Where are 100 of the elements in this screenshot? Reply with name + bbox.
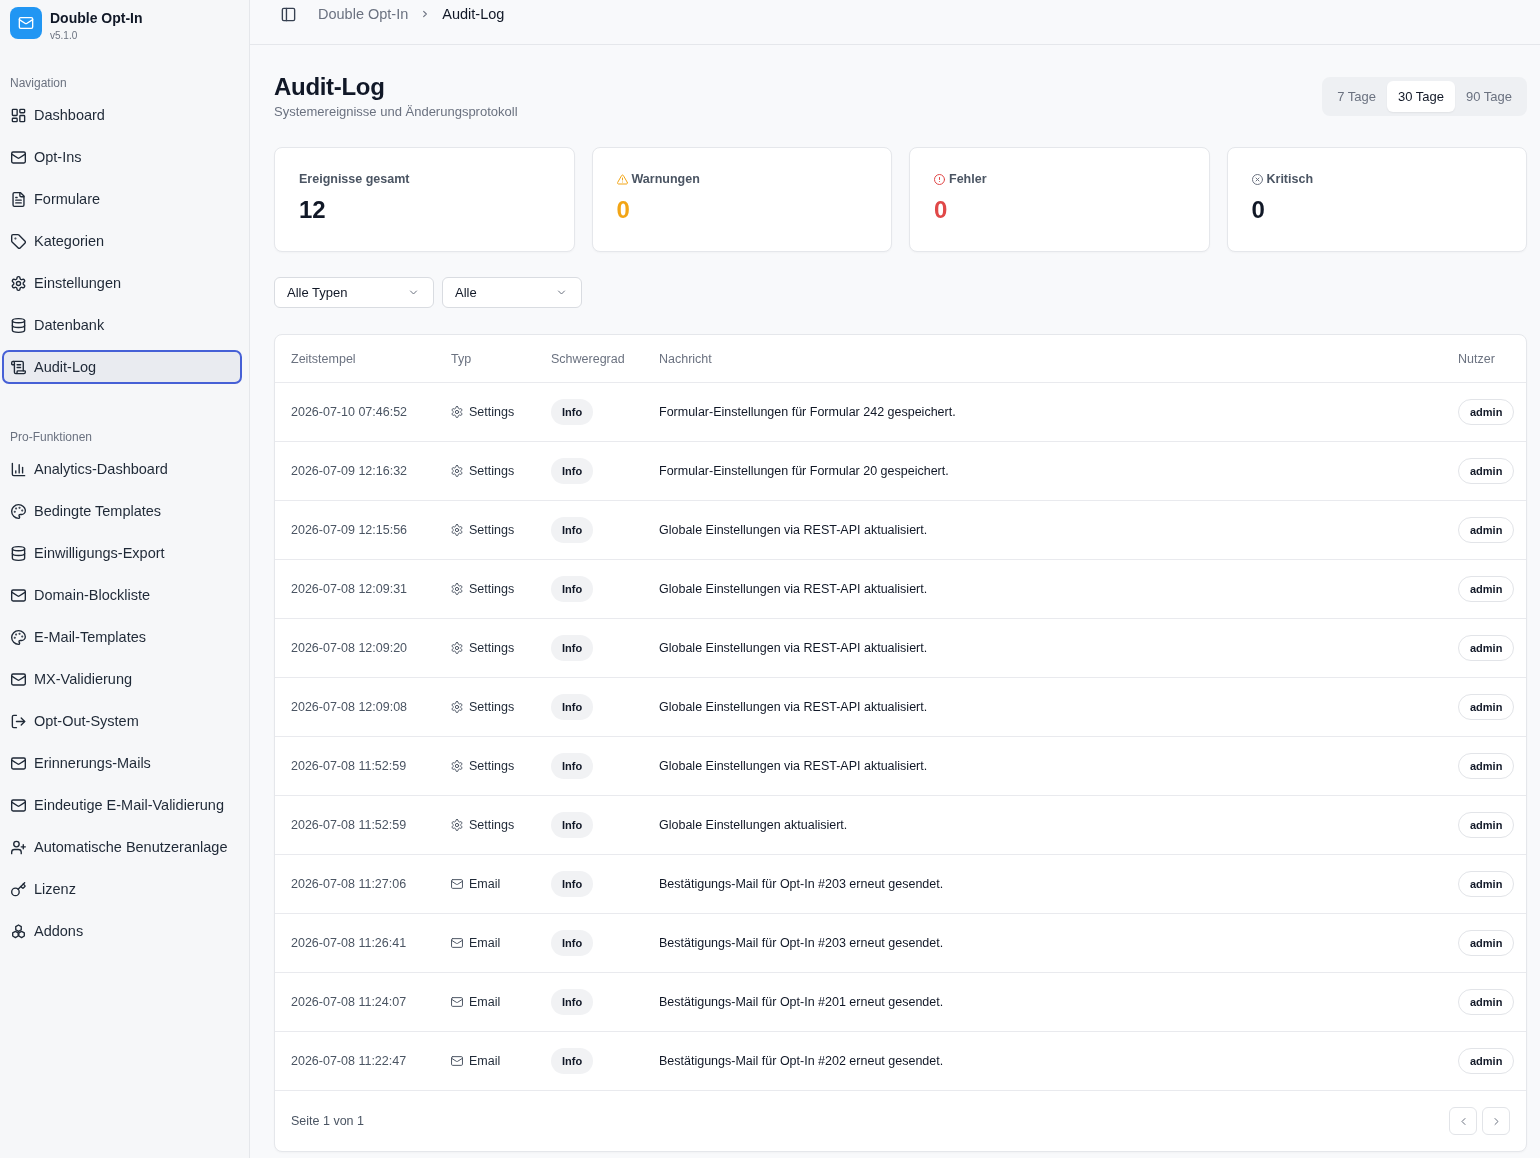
filter-dropdown[interactable]: Alle Typen (274, 277, 434, 308)
column-header: Nachricht (659, 351, 713, 366)
timestamp-text: 2026-07-08 11:22:47 (291, 1054, 408, 1068)
gear-icon (451, 406, 463, 418)
section-heading: Pro-Funktionen (9, 429, 93, 445)
nav-item[interactable]: Opt-Out-System (2, 704, 242, 738)
user-badge: admin (1458, 576, 1515, 602)
nav-item[interactable]: Einwilligungs-Export (2, 536, 242, 570)
user-badge: admin (1458, 989, 1515, 1015)
mail-icon (451, 996, 463, 1008)
nav-item[interactable]: Erinnerungs-Mails (2, 746, 242, 780)
nav-item[interactable]: Audit-Log (2, 350, 242, 384)
user-badge: admin (1458, 871, 1515, 897)
message-text: Bestätigungs-Mail für Opt-In #201 erneut gesendet. (659, 995, 945, 1009)
severity-badge: Info (551, 458, 594, 484)
severity-badge: Info (551, 871, 594, 897)
timestamp-text: 2026-07-09 12:15:56 (291, 523, 409, 537)
cubes-icon (11, 923, 26, 939)
mail-logo-icon (10, 7, 42, 39)
nav-item[interactable]: Bedingte Templates (2, 494, 242, 528)
message-text: Bestätigungs-Mail für Opt-In #202 erneut gesendet. (659, 1054, 945, 1068)
message-text: Globale Einstellungen via REST-API aktualisiert. (659, 641, 929, 655)
filter-dropdown[interactable]: Alle (442, 277, 582, 308)
severity-badge: Info (551, 930, 594, 956)
mail-icon (11, 149, 26, 165)
mail-icon (11, 587, 26, 603)
type-label: Settings (469, 582, 515, 596)
stat-value: 0 (934, 195, 948, 225)
type-label: Settings (469, 700, 515, 714)
stat-value: 0 (616, 195, 630, 225)
timestamp-text: 2026-07-08 12:09:08 (291, 700, 409, 714)
mail-icon (451, 878, 463, 890)
stat-value: 0 (1251, 195, 1265, 225)
severity-badge: Info (551, 989, 594, 1015)
nav-item[interactable]: Domain-Blockliste (2, 578, 242, 612)
scroll-icon (11, 359, 26, 375)
timestamp-text: 2026-07-08 11:27:06 (291, 877, 408, 891)
stat-label: Ereignisse gesamt (299, 172, 410, 186)
database-icon (11, 545, 26, 561)
nav-item[interactable]: MX-Validierung (2, 662, 242, 696)
timestamp-text: 2026-07-08 12:09:20 (291, 641, 409, 655)
nav-item[interactable]: Formulare (2, 182, 242, 216)
nav-item[interactable]: E-Mail-Templates (2, 620, 242, 654)
app-title: Double Opt-In (50, 9, 143, 27)
key-icon (11, 881, 26, 897)
gear-icon (451, 583, 463, 595)
page-title: Audit-Log (274, 73, 385, 101)
mail-icon (451, 1055, 463, 1067)
nav-item[interactable]: Lizenz (2, 872, 242, 906)
gear-icon (451, 819, 463, 831)
next-page-button[interactable] (1482, 1107, 1510, 1135)
nav-item[interactable]: Datenbank (2, 308, 242, 342)
period-tab[interactable]: 90 Tage (1454, 81, 1523, 112)
type-label: Email (469, 877, 501, 891)
timestamp-text: 2026-07-09 12:16:32 (291, 464, 409, 478)
column-header: Schweregrad (551, 351, 626, 366)
message-text: Globale Einstellungen via REST-API aktualisiert. (659, 582, 929, 596)
mail-icon (11, 755, 26, 771)
type-label: Settings (469, 405, 515, 419)
user-badge: admin (1458, 753, 1515, 779)
user-badge: admin (1458, 1048, 1515, 1074)
nav-item[interactable]: Einstellungen (2, 266, 242, 300)
database-icon (11, 317, 26, 333)
period-tab[interactable]: 30 Tage (1386, 81, 1455, 112)
page-indicator-text: Seite 1 von 1 (291, 1114, 364, 1128)
nav-item[interactable]: Dashboard (2, 98, 242, 132)
breadcrumb-current: Audit-Log (442, 6, 505, 22)
palette-icon (11, 503, 26, 519)
gear-icon (11, 275, 26, 291)
message-text: Formular-Einstellungen für Formular 242 gespeichert. (659, 405, 957, 419)
nav-item[interactable]: Analytics-Dashboard (2, 452, 242, 486)
sidebar-toggle-button[interactable] (281, 6, 296, 22)
user-badge: admin (1458, 694, 1515, 720)
column-header: Typ (451, 351, 473, 366)
stat-label: Fehler (949, 172, 987, 186)
timestamp-text: 2026-07-08 11:52:59 (291, 759, 408, 773)
gear-icon (451, 701, 463, 713)
page-subtitle: Systemereignisse und Änderungsprotokoll (274, 103, 518, 121)
stat-value: 12 (299, 195, 326, 225)
section-heading: Navigation (9, 75, 67, 91)
message-text: Bestätigungs-Mail für Opt-In #203 erneut gesendet. (659, 877, 945, 891)
nav-item[interactable]: Opt-Ins (2, 140, 242, 174)
gear-icon (451, 760, 463, 772)
breadcrumb-link[interactable]: Double Opt-In (318, 6, 409, 22)
nav-item[interactable]: Eindeutige E-Mail-Validierung (2, 788, 242, 822)
tag-icon (11, 233, 26, 249)
severity-badge: Info (551, 812, 594, 838)
mail-icon (451, 937, 463, 949)
nav-item[interactable]: Kategorien (2, 224, 242, 258)
type-label: Settings (469, 523, 515, 537)
gear-icon (451, 642, 463, 654)
nav-item[interactable]: Addons (2, 914, 242, 948)
message-text: Formular-Einstellungen für Formular 20 gespeichert. (659, 464, 950, 478)
message-text: Globale Einstellungen via REST-API aktualisiert. (659, 523, 929, 537)
nav-item[interactable]: Automatische Benutzeranlage (2, 830, 242, 864)
stat-label: Kritisch (1266, 172, 1314, 186)
mail-icon (11, 671, 26, 687)
column-header: Nutzer (1458, 351, 1496, 366)
previous-page-button[interactable] (1449, 1107, 1477, 1135)
period-tab[interactable]: 7 Tage (1326, 81, 1387, 112)
